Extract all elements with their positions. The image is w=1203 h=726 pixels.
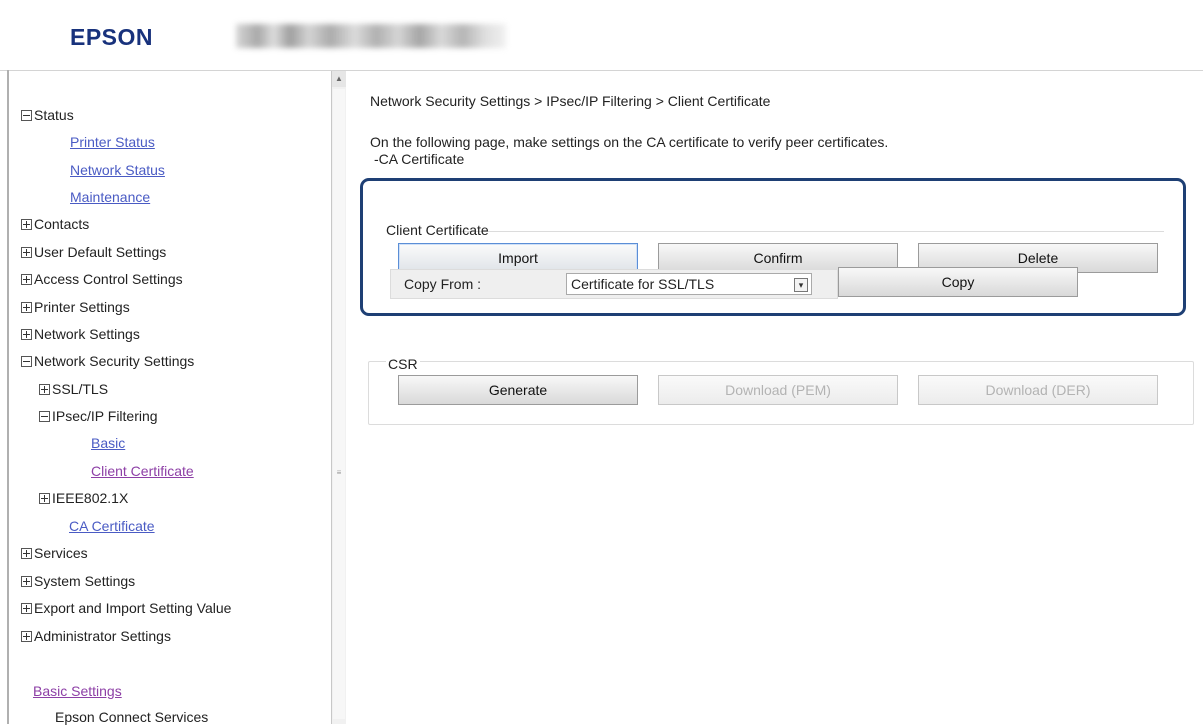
sidebar-item-system-settings[interactable]: System Settings <box>21 572 135 590</box>
sidebar-item-administrator-settings[interactable]: Administrator Settings <box>21 627 171 645</box>
dropdown-arrow-icon[interactable]: ▾ <box>794 278 808 292</box>
expand-icon[interactable] <box>21 547 32 559</box>
sidebar-item-label: System Settings <box>34 573 136 589</box>
sidebar-item-ieee8021x[interactable]: IEEE802.1X <box>39 489 128 507</box>
sidebar-item-label: Network Settings <box>34 326 140 342</box>
client-certificate-legend: Client Certificate <box>386 222 489 238</box>
sidebar-item-export-import-setting-value[interactable]: Export and Import Setting Value <box>21 599 231 617</box>
copy-from-select[interactable]: Certificate for SSL/TLS ▾ <box>566 273 812 295</box>
sidebar-item-label: Services <box>34 545 88 561</box>
sidebar-item-label: IEEE802.1X <box>52 490 129 506</box>
page-description-item: -CA Certificate <box>374 151 465 167</box>
sidebar-link-basic-settings[interactable]: Basic Settings <box>33 682 122 700</box>
sidebar-link-printer-status[interactable]: Printer Status <box>70 133 155 151</box>
main-content: Network Security Settings > IPsec/IP Fil… <box>346 71 1203 724</box>
collapse-icon[interactable] <box>21 109 32 121</box>
epson-logo: EPSON <box>70 24 154 50</box>
sidebar-link-client-certificate[interactable]: Client Certificate <box>91 462 194 480</box>
scroll-grip-icon[interactable]: ≡ <box>335 469 343 483</box>
sidebar-link-basic[interactable]: Basic <box>91 434 125 452</box>
scrollbar-thumb[interactable] <box>333 89 345 719</box>
sidebar-item-label: Status <box>34 107 74 123</box>
sidebar-item-status[interactable]: Status <box>21 106 74 124</box>
sidebar-item-label: Network Security Settings <box>34 353 195 369</box>
sidebar-item-user-default-settings[interactable]: User Default Settings <box>21 243 166 261</box>
breadcrumb: Network Security Settings > IPsec/IP Fil… <box>370 93 771 109</box>
expand-icon[interactable] <box>21 301 32 313</box>
sidebar-item-label: Export and Import Setting Value <box>34 600 232 616</box>
page-description: On the following page, make settings on … <box>370 134 889 150</box>
sidebar-item-contacts[interactable]: Contacts <box>21 215 89 233</box>
sidebar-item-printer-settings[interactable]: Printer Settings <box>21 298 130 316</box>
expand-icon[interactable] <box>21 273 32 285</box>
sidebar-item-label[interactable]: CA Certificate <box>69 518 155 534</box>
sidebar-item-label[interactable]: Maintenance <box>70 189 150 205</box>
expand-icon[interactable] <box>21 328 32 340</box>
collapse-icon[interactable] <box>21 355 32 367</box>
sidebar-item-access-control-settings[interactable]: Access Control Settings <box>21 270 183 288</box>
download-der-button[interactable]: Download (DER) <box>918 375 1158 405</box>
sidebar-item-label: Epson Connect Services <box>55 709 209 725</box>
collapse-icon[interactable] <box>39 410 50 422</box>
sidebar-item-ipsec-ip-filtering[interactable]: IPsec/IP Filtering <box>39 407 158 425</box>
generate-button[interactable]: Generate <box>398 375 638 405</box>
sidebar-item-network-security-settings[interactable]: Network Security Settings <box>21 352 194 370</box>
sidebar-item-label: Printer Settings <box>34 299 130 315</box>
sidebar-item-label[interactable]: Basic <box>91 435 125 451</box>
sidebar-item-label: SSL/TLS <box>52 381 109 397</box>
sidebar-nav: Status Printer Status Network Status Mai… <box>9 71 331 726</box>
csr-legend: CSR <box>386 356 420 372</box>
sidebar-item-label: Contacts <box>34 216 90 232</box>
sidebar-item-label: IPsec/IP Filtering <box>52 408 158 424</box>
sidebar-link-maintenance[interactable]: Maintenance <box>70 188 150 206</box>
expand-icon[interactable] <box>21 218 32 230</box>
printer-model-name-blurred <box>236 24 506 48</box>
expand-icon[interactable] <box>39 492 50 504</box>
download-pem-button[interactable]: Download (PEM) <box>658 375 898 405</box>
header: EPSON <box>0 0 1203 71</box>
sidebar-item-network-settings[interactable]: Network Settings <box>21 325 140 343</box>
sidebar-item-label: User Default Settings <box>34 244 167 260</box>
sidebar-item-label[interactable]: Basic Settings <box>33 683 122 699</box>
expand-icon[interactable] <box>21 246 32 258</box>
sidebar-item-services[interactable]: Services <box>21 544 88 562</box>
sidebar-link-ca-certificate[interactable]: CA Certificate <box>69 517 155 535</box>
expand-icon[interactable] <box>21 630 32 642</box>
scroll-up-arrow-icon[interactable]: ▲ <box>332 71 346 87</box>
sidebar-item-label[interactable]: Network Status <box>70 162 165 178</box>
expand-icon[interactable] <box>21 575 32 587</box>
expand-icon[interactable] <box>39 383 50 395</box>
copy-from-label: Copy From : <box>404 276 482 292</box>
sidebar-item-label: Access Control Settings <box>34 271 183 287</box>
sidebar-item-label[interactable]: Client Certificate <box>91 463 194 479</box>
sidebar-item-epson-connect-services: Epson Connect Services <box>55 708 208 726</box>
expand-icon[interactable] <box>21 602 32 614</box>
sidebar-item-label: Administrator Settings <box>34 628 171 644</box>
copy-from-selected-value: Certificate for SSL/TLS <box>571 276 715 292</box>
sidebar-item-label[interactable]: Printer Status <box>70 134 155 150</box>
fieldset-border <box>456 231 1164 232</box>
sidebar-scrollbar[interactable]: ▲ ≡ <box>331 71 347 724</box>
sidebar-link-network-status[interactable]: Network Status <box>70 161 165 179</box>
sidebar-item-ssl-tls[interactable]: SSL/TLS <box>39 380 108 398</box>
copy-button[interactable]: Copy <box>838 267 1078 297</box>
